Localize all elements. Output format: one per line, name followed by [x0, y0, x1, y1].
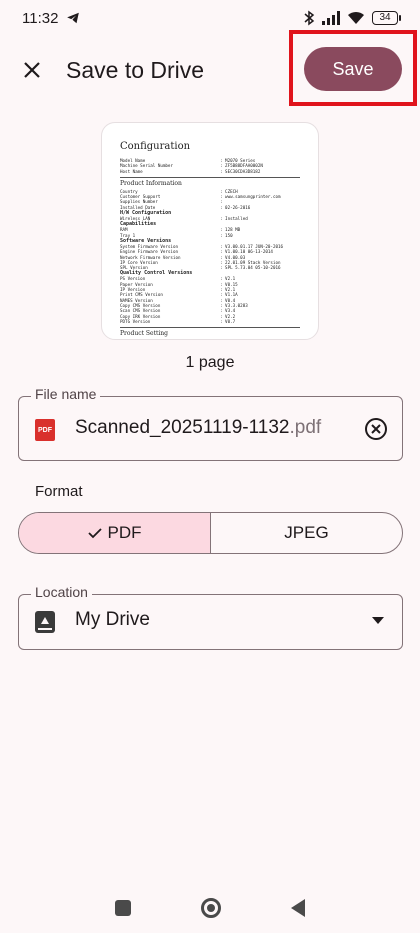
close-icon — [24, 62, 40, 78]
status-time: 11:32 — [22, 9, 59, 27]
document-preview[interactable]: Configuration Model Name: M2070 Series Ma… — [101, 122, 319, 340]
pdf-file-icon: PDF — [35, 419, 55, 441]
doc-row: PDTG Version : V0.7 — [120, 319, 300, 324]
system-nav-bar — [0, 890, 420, 926]
file-name-field[interactable]: File name PDF Scanned_20251119-1132.pdf — [18, 386, 403, 461]
home-button[interactable] — [201, 898, 221, 918]
doc-row-key: PDTG Version — [120, 318, 151, 324]
top-app-bar: Save to Drive Save — [0, 30, 420, 106]
document-content: Configuration Model Name: M2070 Series Ma… — [120, 141, 300, 339]
status-left: 11:32 — [22, 10, 80, 27]
format-segmented-control: PDF JPEG — [18, 512, 403, 554]
format-label: Format — [35, 483, 83, 500]
format-option-jpeg-label: JPEG — [284, 523, 329, 542]
wifi-icon — [348, 11, 364, 24]
format-option-jpeg[interactable]: JPEG — [211, 513, 402, 553]
doc-row-value: : 150 — [220, 232, 233, 238]
bluetooth-icon — [304, 10, 315, 26]
recent-apps-button[interactable] — [115, 900, 131, 916]
doc-row-value: : Installed — [220, 216, 248, 222]
location-value: My Drive — [75, 609, 150, 630]
save-button[interactable]: Save — [304, 47, 402, 91]
doc-row-key: Host Name — [120, 168, 143, 174]
doc-row-value: : www.samsungprinter.com — [220, 194, 281, 200]
doc-header-rows: Model Name: M2070 Series Machine Serial N… — [120, 158, 300, 174]
doc-row-value: : SPL 5.73.04 05-10-2016 — [220, 265, 281, 271]
clear-text-icon[interactable] — [364, 417, 388, 441]
file-name-base: Scanned_20251119-1132 — [75, 417, 290, 438]
file-name-value[interactable]: Scanned_20251119-1132.pdf — [75, 417, 321, 439]
telegram-icon — [67, 12, 80, 24]
doc-row-value: : V0.7 — [220, 318, 236, 324]
file-name-extension: .pdf — [289, 417, 322, 438]
doc-footer-section: Product Setting — [120, 327, 300, 337]
doc-title: Configuration — [120, 141, 191, 152]
check-icon — [87, 528, 102, 539]
doc-section-title: Product Information — [120, 176, 300, 187]
location-label: Location — [31, 584, 92, 600]
doc-row-value: : 02-26-2016 — [220, 204, 251, 210]
back-button[interactable] — [291, 899, 305, 917]
location-dropdown[interactable]: Location My Drive — [18, 584, 403, 650]
battery-indicator: 34 — [372, 11, 401, 25]
doc-row-value: : SEC30CDA3D8182 — [220, 168, 261, 174]
format-option-pdf[interactable]: PDF — [19, 513, 211, 553]
doc-row: Host Name : SEC30CDA3D8182 — [120, 169, 300, 174]
dropdown-arrow-icon[interactable] — [372, 617, 384, 624]
page-count: 1 page — [185, 354, 235, 371]
file-name-label: File name — [31, 386, 101, 402]
drive-icon — [35, 611, 55, 633]
format-option-pdf-label: PDF — [107, 523, 142, 542]
status-right: 34 — [303, 10, 401, 26]
close-button[interactable] — [12, 50, 52, 90]
doc-rows: Country: CZECH Customer Support: www.sams… — [120, 189, 300, 324]
signal-icon — [322, 11, 340, 25]
